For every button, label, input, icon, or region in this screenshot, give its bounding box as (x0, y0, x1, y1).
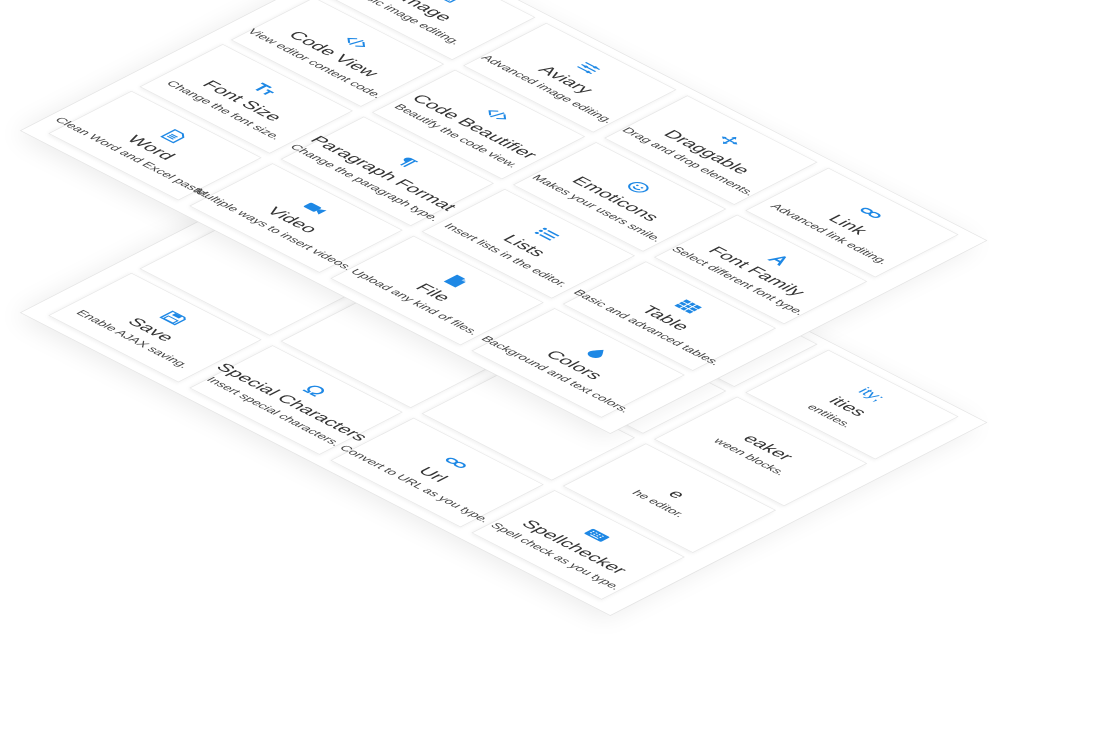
feature-title: e (664, 487, 691, 501)
entities-icon: ity; (854, 385, 889, 404)
feature-description: Convert to URL as you type. (336, 443, 494, 525)
feature-description: Clean Word and Excel paste. (51, 115, 214, 199)
